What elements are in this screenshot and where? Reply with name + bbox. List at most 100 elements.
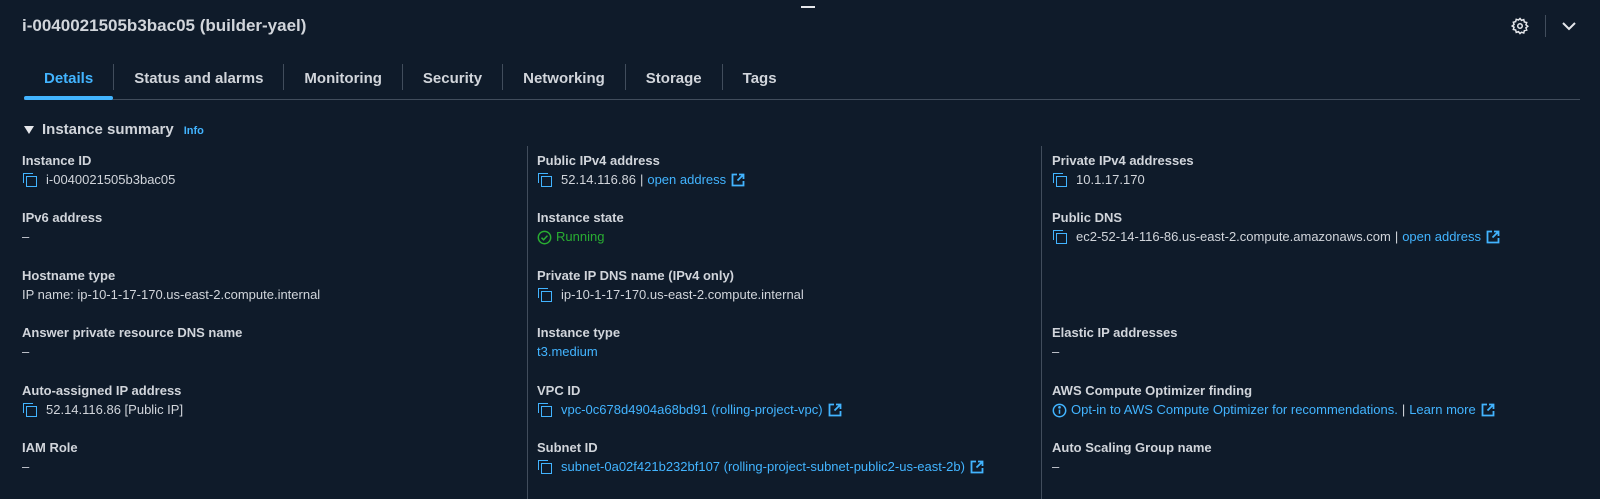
field-label: Instance ID — [22, 153, 92, 168]
tab-status-and-alarms[interactable]: Status and alarms — [114, 62, 283, 99]
tab-security[interactable]: Security — [403, 62, 502, 99]
field-label: Answer private resource DNS name — [22, 325, 243, 340]
field-value: 52.14.116.86 [Public IP] — [22, 400, 183, 420]
private-ipv4-value: 10.1.17.170 — [1076, 172, 1145, 187]
column-divider — [527, 146, 528, 499]
column-divider — [1041, 146, 1042, 499]
field-label: Public DNS — [1052, 210, 1123, 225]
instance-header: i-0040021505b3bac05 (builder-yael) — [22, 14, 1580, 38]
chevron-down-icon[interactable] — [1558, 15, 1580, 37]
subnet-id-link[interactable]: subnet-0a02f421b232bf107 (rolling-projec… — [561, 457, 965, 477]
top-edge-marker — [801, 6, 815, 8]
copy-icon[interactable] — [22, 402, 38, 418]
field-label: Private IP DNS name (IPv4 only) — [537, 268, 734, 283]
field-value: i-0040021505b3bac05 — [22, 170, 175, 190]
separator: | — [1401, 402, 1406, 417]
external-link-icon[interactable] — [1481, 403, 1495, 417]
field-label: Auto-assigned IP address — [22, 383, 182, 398]
instance-id-value: i-0040021505b3bac05 — [46, 172, 176, 187]
field-value: ec2-52-14-116-86.us-east-2.compute.amazo… — [1052, 227, 1500, 247]
field-label: IPv6 address — [22, 210, 103, 225]
field-value: 52.14.116.86 | open address — [537, 170, 745, 190]
field-auto-assigned-ip: Auto-assigned IP address 52.14.116.86 [P… — [22, 382, 183, 420]
field-instance-state: Instance state Running — [537, 209, 624, 247]
header-divider — [1545, 15, 1546, 37]
field-value: Opt-in to AWS Compute Optimizer for reco… — [1052, 400, 1495, 420]
field-value: subnet-0a02f421b232bf107 (rolling-projec… — [537, 457, 984, 477]
open-address-link[interactable]: open address — [647, 170, 726, 190]
field-elastic-ip: Elastic IP addresses – — [1052, 324, 1178, 362]
field-label: Private IPv4 addresses — [1052, 153, 1194, 168]
instance-summary-header[interactable]: Instance summary Info — [24, 121, 204, 138]
learn-more-link[interactable]: Learn more — [1409, 400, 1475, 420]
private-dns-value: ip-10-1-17-170.us-east-2.compute.interna… — [561, 287, 804, 302]
field-value: 10.1.17.170 — [1052, 170, 1194, 190]
field-label: Auto Scaling Group name — [1052, 440, 1212, 455]
section-title: Instance summary — [42, 121, 174, 138]
auto-ip-value: 52.14.116.86 [Public IP] — [46, 402, 184, 417]
field-value: – — [22, 459, 30, 474]
copy-icon[interactable] — [1052, 229, 1068, 245]
field-label: Instance type — [537, 325, 621, 340]
field-auto-scaling-group: Auto Scaling Group name – — [1052, 439, 1212, 477]
instance-state-value: Running — [556, 229, 605, 244]
field-label: IAM Role — [22, 440, 78, 455]
header-actions — [1509, 14, 1580, 38]
field-value: vpc-0c678d4904a68bd91 (rolling-project-v… — [537, 400, 842, 420]
field-value: – — [22, 344, 30, 359]
field-label: AWS Compute Optimizer finding — [1052, 383, 1253, 398]
copy-icon[interactable] — [537, 172, 553, 188]
external-link-icon[interactable] — [970, 460, 984, 474]
status-success-icon — [537, 230, 552, 244]
copy-icon[interactable] — [537, 287, 553, 303]
field-label: VPC ID — [537, 383, 581, 398]
public-ipv4-value: 52.14.116.86 — [561, 172, 636, 187]
page-title: i-0040021505b3bac05 (builder-yael) — [22, 16, 307, 35]
field-value: Running — [537, 227, 624, 247]
field-private-dns: Private IP DNS name (IPv4 only) ip-10-1-… — [537, 267, 804, 305]
field-ipv6: IPv6 address – — [22, 209, 102, 247]
field-value: – — [1052, 344, 1060, 359]
info-link[interactable]: Info — [184, 125, 204, 137]
field-public-ipv4: Public IPv4 address 52.14.116.86 | open … — [537, 152, 745, 190]
field-label: Instance state — [537, 210, 624, 225]
field-value: IP name: ip-10-1-17-170.us-east-2.comput… — [22, 287, 321, 302]
optimizer-opt-in-link[interactable]: Opt-in to AWS Compute Optimizer for reco… — [1071, 400, 1398, 420]
open-address-link[interactable]: open address — [1402, 227, 1481, 247]
tab-details[interactable]: Details — [24, 62, 114, 100]
instance-type-link[interactable]: t3.medium — [537, 342, 620, 362]
external-link-icon[interactable] — [828, 403, 842, 417]
caret-down-icon[interactable] — [24, 125, 34, 134]
field-label: Subnet ID — [537, 440, 598, 455]
field-public-dns: Public DNS ec2-52-14-116-86.us-east-2.co… — [1052, 209, 1500, 247]
copy-icon[interactable] — [22, 172, 38, 188]
field-instance-id: Instance ID i-0040021505b3bac05 — [22, 152, 175, 190]
field-label: Elastic IP addresses — [1052, 325, 1178, 340]
copy-icon[interactable] — [1052, 172, 1068, 188]
copy-icon[interactable] — [537, 459, 553, 475]
vpc-id-link[interactable]: vpc-0c678d4904a68bd91 (rolling-project-v… — [561, 400, 823, 420]
field-value: – — [22, 229, 30, 244]
field-instance-type: Instance type t3.medium — [537, 324, 620, 362]
field-iam-role: IAM Role – — [22, 439, 78, 477]
field-label: Hostname type — [22, 268, 116, 283]
tab-monitoring[interactable]: Monitoring — [284, 62, 401, 99]
field-vpc-id: VPC ID vpc-0c678d4904a68bd91 (rolling-pr… — [537, 382, 842, 420]
public-dns-value: ec2-52-14-116-86.us-east-2.compute.amazo… — [1076, 229, 1391, 244]
separator: | — [639, 172, 644, 187]
field-subnet-id: Subnet ID subnet-0a02f421b232bf107 (roll… — [537, 439, 984, 477]
field-label: Public IPv4 address — [537, 153, 660, 168]
external-link-icon[interactable] — [731, 173, 745, 187]
external-link-icon[interactable] — [1486, 230, 1500, 244]
copy-icon[interactable] — [537, 402, 553, 418]
tab-tags[interactable]: Tags — [723, 62, 797, 99]
tab-storage[interactable]: Storage — [626, 62, 722, 99]
separator: | — [1394, 229, 1399, 244]
detail-tabs: Details Status and alarms Monitoring Sec… — [24, 62, 1580, 100]
tab-networking[interactable]: Networking — [503, 62, 625, 99]
field-hostname-type: Hostname type IP name: ip-10-1-17-170.us… — [22, 267, 320, 305]
field-compute-optimizer: AWS Compute Optimizer finding Opt-in to … — [1052, 382, 1495, 420]
field-value: – — [1052, 459, 1060, 474]
field-answer-dns: Answer private resource DNS name – — [22, 324, 242, 362]
settings-gear-icon[interactable] — [1509, 15, 1531, 37]
